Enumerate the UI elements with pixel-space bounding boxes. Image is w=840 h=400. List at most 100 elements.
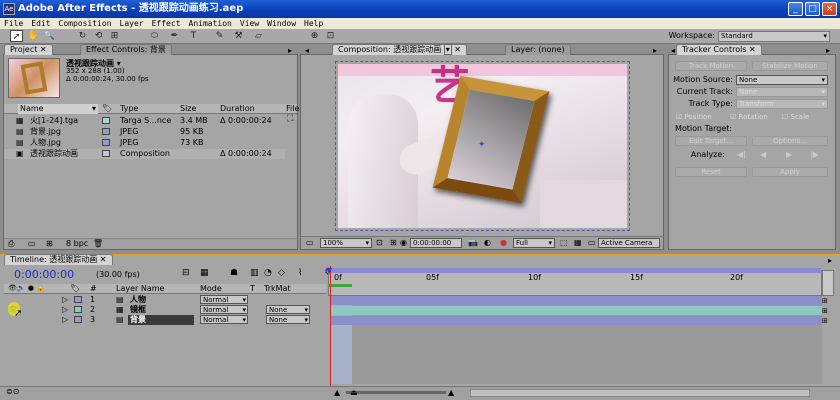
panel-menu-icon-left[interactable]: ◂ <box>305 46 309 55</box>
expand-arrow-icon[interactable]: ▷ <box>62 305 68 315</box>
maximize-button[interactable]: □ <box>805 2 820 16</box>
region-of-interest-icon[interactable]: ⬚ <box>560 238 568 247</box>
brush-tool-icon[interactable]: ✎ <box>213 30 226 42</box>
panel-menu-icon-right[interactable]: ▸ <box>826 46 830 55</box>
rotate-tool-icon[interactable]: ↻ <box>76 30 89 42</box>
tab-effect-controls[interactable]: Effect Controls: 背景 <box>80 44 172 55</box>
orbit-camera-tool-icon[interactable]: ⟲ <box>92 30 105 42</box>
edit-target-button[interactable]: Edit Target... <box>675 136 747 146</box>
after-effects-app-icon[interactable]: Ae <box>3 3 15 15</box>
timecode-display[interactable]: 0:00:00:00 <box>410 238 462 248</box>
analyze-back-frame-icon[interactable]: ◀| <box>737 150 746 159</box>
track-type-select[interactable]: Transform ▾ <box>736 99 828 109</box>
selection-tool-icon[interactable]: ➚ <box>10 30 23 42</box>
world-axis-icon[interactable]: ⊡ <box>324 30 337 42</box>
view-options-icon[interactable]: ▭ <box>588 238 596 247</box>
position-checkbox[interactable]: ☑ Position <box>676 113 712 121</box>
color-channel-icon[interactable]: ● <box>500 238 507 247</box>
tab-tracker-controls[interactable]: Tracker Controls ✕ <box>676 44 762 55</box>
options-button[interactable]: Options... <box>752 136 828 146</box>
trash-icon[interactable]: 🗑 <box>93 239 103 248</box>
new-comp-icon[interactable]: ⊞ <box>46 239 53 248</box>
menu-layer[interactable]: Layer <box>116 18 148 29</box>
motion-source-select[interactable]: None ▾ <box>736 75 828 85</box>
show-channel-icon[interactable]: ◐ <box>484 238 491 247</box>
type-tool-icon[interactable]: T <box>187 30 200 42</box>
list-item[interactable]: ▤ 人物.jpg JPEG 73 KB <box>4 138 285 148</box>
expand-arrow-icon[interactable]: ▷ <box>62 315 68 325</box>
list-item[interactable]: ▤ 背景.jpg JPEG 95 KB <box>4 127 285 137</box>
column-size[interactable]: Size <box>180 104 196 114</box>
snapshot-icon[interactable]: ◉ <box>400 238 407 247</box>
new-folder-icon[interactable]: ▭ <box>28 239 36 248</box>
time-indicator-head-icon[interactable]: ▼ <box>326 266 332 275</box>
analyze-backward-icon[interactable]: ◀ <box>760 150 766 159</box>
panel-menu-icon[interactable]: ▸ <box>288 46 292 55</box>
graph-editor-icon[interactable]: ⌇ <box>298 268 302 278</box>
analyze-next-frame-icon[interactable]: |▶ <box>810 150 819 159</box>
pan-behind-tool-icon[interactable]: ⊞ <box>108 30 121 42</box>
menu-window[interactable]: Window <box>263 18 300 29</box>
close-button[interactable]: × <box>822 2 837 16</box>
mask-tool-icon[interactable]: ⬭ <box>148 30 161 42</box>
brainstorm-icon[interactable]: ◇ <box>278 268 285 278</box>
menu-effect[interactable]: Effect <box>148 18 185 29</box>
rotation-checkbox[interactable]: ☑ Rotation <box>730 113 768 121</box>
bpc-label[interactable]: 8 bpc <box>66 239 88 248</box>
layer-duration-bar[interactable] <box>330 306 822 315</box>
column-duration[interactable]: Duration <box>220 104 255 114</box>
tab-timeline[interactable]: Timeline: 透视跟踪动画 ✕ <box>4 254 113 265</box>
blend-mode-select[interactable]: Normal ▾ <box>200 305 248 314</box>
column-file[interactable]: File <box>286 104 299 114</box>
zoom-tool-icon[interactable]: 🔍 <box>43 30 56 42</box>
always-preview-icon[interactable]: ▭ <box>306 238 314 247</box>
panel-menu-icon-right[interactable]: ▸ <box>653 46 657 55</box>
column-trkmat[interactable]: TrkMat <box>264 284 291 294</box>
scale-checkbox[interactable]: ☐ Scale <box>782 113 809 121</box>
zoom-slider-handle[interactable]: ⏏ <box>350 388 358 397</box>
axis-mode-icon[interactable]: ⊕ <box>308 30 321 42</box>
expand-arrow-icon[interactable]: ▷ <box>62 295 68 305</box>
live-update-icon[interactable]: ▦ <box>200 268 209 278</box>
minimize-button[interactable]: _ <box>788 2 803 16</box>
comp-flowchart-icon[interactable]: ⊟ <box>182 268 190 278</box>
menu-file[interactable]: File <box>0 18 27 29</box>
expand-collapse-icon[interactable]: ⊜⊙ <box>6 387 19 396</box>
menu-composition[interactable]: Composition <box>55 18 116 29</box>
frame-blending-icon[interactable]: ▥ <box>250 268 259 278</box>
blend-mode-select[interactable]: Normal ▾ <box>200 295 248 304</box>
column-name[interactable]: Name ▾ <box>18 104 98 114</box>
motion-blur-icon[interactable]: ◔ <box>264 268 272 278</box>
transparency-grid-icon[interactable]: ▦ <box>574 238 582 247</box>
menu-animation[interactable]: Animation <box>185 18 236 29</box>
work-area-bar[interactable] <box>328 268 822 273</box>
comp-marker-bin[interactable] <box>822 270 834 296</box>
layer-row[interactable]: 👁 ▷ 2 ▦ 镜框 Normal▾ None▾ <box>4 305 326 315</box>
magnification-select[interactable]: 100% ▾ <box>320 238 372 248</box>
grid-icon[interactable]: ⊞ <box>390 238 397 247</box>
time-ruler[interactable] <box>328 270 822 296</box>
menu-view[interactable]: View <box>236 18 263 29</box>
av-features-icon[interactable]: 👁🔊 ● 🔒 <box>8 284 45 292</box>
pen-tool-icon[interactable]: ✒ <box>168 30 181 42</box>
stabilize-motion-button[interactable]: Stabilize Motion <box>752 61 828 71</box>
track-motion-button[interactable]: Track Motion <box>675 61 747 71</box>
tab-composition[interactable]: Composition: 透视跟踪动画 ▾ ✕ <box>332 44 468 55</box>
track-matte-select[interactable]: None ▾ <box>266 315 310 324</box>
layer-duration-bar[interactable] <box>330 296 822 305</box>
flowchart-icon[interactable]: ⛶ <box>287 114 293 124</box>
analyze-forward-icon[interactable]: ▶ <box>786 150 792 159</box>
column-number[interactable]: # <box>90 284 97 294</box>
reset-button[interactable]: Reset <box>675 167 747 177</box>
eraser-tool-icon[interactable]: ▱ <box>252 30 265 42</box>
current-track-select[interactable]: None ▾ <box>736 87 828 97</box>
timeline-timecode[interactable]: 0:00:00:00 <box>14 268 74 281</box>
zoom-out-icon[interactable]: ▲ <box>334 388 340 397</box>
track-matte-select[interactable]: None ▾ <box>266 305 310 314</box>
zoom-in-icon[interactable]: ▲ <box>448 388 454 397</box>
timeline-scrollbar[interactable] <box>470 389 810 397</box>
view-select[interactable]: Active Camera <box>598 238 660 248</box>
menu-edit[interactable]: Edit <box>27 18 54 29</box>
clone-tool-icon[interactable]: ⚒ <box>232 30 245 42</box>
zoom-slider[interactable] <box>346 391 446 394</box>
